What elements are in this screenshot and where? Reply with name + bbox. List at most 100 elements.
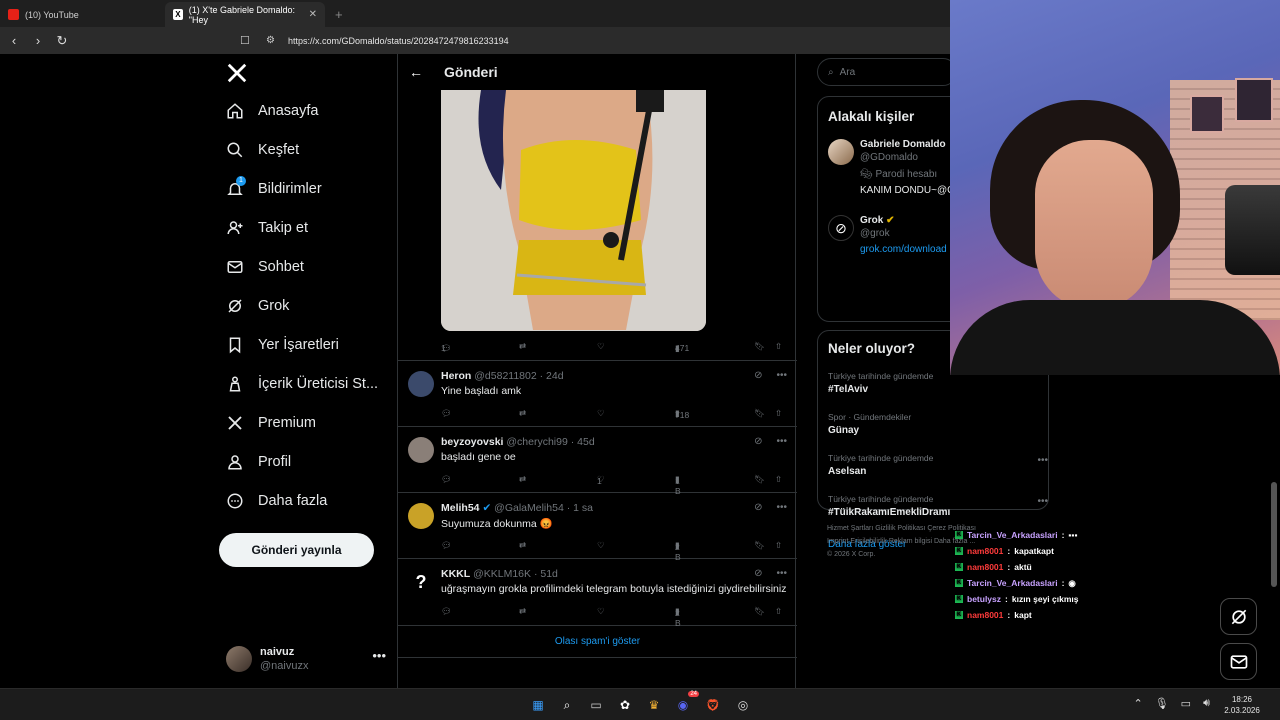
bookmark-icon[interactable]: 🔖︎ <box>754 606 765 617</box>
discord-badge: 24 <box>688 691 699 697</box>
share-icon[interactable]: ⇧ <box>775 341 782 352</box>
back-icon[interactable]: ‹ <box>4 33 24 48</box>
sidebar-item-notifications[interactable]: 1 Bildirimler <box>226 174 322 204</box>
sidebar-item-label: Daha fazla <box>258 493 328 509</box>
clock[interactable]: 18:26 2.03.2026 <box>1216 694 1268 716</box>
microphone-icon[interactable]: 🎙︎ <box>1155 697 1169 710</box>
volume-icon[interactable]: 🔊︎ <box>1203 697 1210 710</box>
more-icon[interactable]: ••• <box>372 648 386 663</box>
sidebar-item-label: Sohbet <box>258 259 304 275</box>
reply-icon[interactable]: 💬︎ <box>441 474 452 485</box>
sidebar-item-more[interactable]: Daha fazla <box>226 486 327 516</box>
views-action[interactable]: ▮ 2 B <box>675 606 681 628</box>
grok-icon[interactable]: ⊘ <box>754 370 762 381</box>
more-icon[interactable]: ••• <box>776 568 787 579</box>
trend-item[interactable]: Türkiye tarihinde gündemde #TüikRakamıEm… <box>828 494 1048 518</box>
chevron-up-icon[interactable]: ⌃ <box>1133 697 1142 710</box>
close-icon[interactable]: ✕ <box>309 9 317 20</box>
app-icon[interactable]: ♛ <box>644 695 664 715</box>
tab-youtube[interactable]: (10) YouTube <box>0 2 165 27</box>
reply-item[interactable]: Heron @d58211802 · 24d ⊘ ••• Yine başlad… <box>398 360 797 427</box>
show-spam-link[interactable]: Olası spam'i göster <box>398 626 797 658</box>
sidebar-item-creator-studio[interactable]: İçerik Üreticisi St... <box>226 369 378 399</box>
more-icon[interactable]: ••• <box>776 436 787 447</box>
like-action[interactable]: ♡ 1 <box>597 474 605 486</box>
bookmark-icon[interactable]: 🔖︎ <box>754 408 765 419</box>
more-icon[interactable]: ••• <box>776 370 787 381</box>
like-icon[interactable]: ♡ <box>597 540 605 551</box>
bookmark-icon[interactable]: 🔖︎ <box>754 341 765 352</box>
reply-icon[interactable]: 💬︎ <box>441 606 452 617</box>
repost-icon[interactable]: ⇄ <box>519 474 526 485</box>
avatar <box>226 646 252 672</box>
sidebar-item-profile[interactable]: Profil <box>226 447 291 477</box>
views-action[interactable]: ▮ 1 B <box>675 474 681 496</box>
share-icon[interactable]: ⇧ <box>775 474 782 485</box>
bookmark-icon[interactable]: ☐ <box>240 34 254 47</box>
repost-icon[interactable]: ⇄ <box>519 606 526 617</box>
trend-item[interactable]: Türkiye tarihinde gündemde Aselsan ••• <box>828 453 1048 477</box>
sidebar-item-explore[interactable]: Keşfet <box>226 135 299 165</box>
sidebar-item-bookmarks[interactable]: Yer İşaretleri <box>226 330 339 360</box>
messages-floating-button[interactable] <box>1220 643 1257 680</box>
new-tab-icon[interactable]: + <box>335 7 343 22</box>
post-image[interactable] <box>441 90 706 331</box>
site-info-icon[interactable]: ⚙ <box>266 35 280 46</box>
reply-icon[interactable]: 💬︎ <box>441 540 452 551</box>
grok-floating-button[interactable] <box>1220 598 1257 635</box>
tab-x-post[interactable]: X (1) X'te Gabriele Domaldo: "Hey ✕ <box>165 2 325 27</box>
grok-icon[interactable]: ⊘ <box>754 502 762 513</box>
reply-item[interactable]: Melih54 ✔ @GalaMelih54 · 1 sa ⊘ ••• Suyu… <box>398 493 797 562</box>
person-link[interactable]: grok.com/download <box>860 244 947 255</box>
more-icon[interactable]: ••• <box>1037 496 1048 507</box>
more-icon[interactable]: ••• <box>776 502 787 513</box>
sidebar-item-label: Keşfet <box>258 142 300 158</box>
kick-icon: K <box>955 531 963 539</box>
x-logo-icon[interactable] <box>226 62 250 86</box>
search-input[interactable]: ⌕ Ara <box>817 58 957 86</box>
views-action[interactable]: ▮ 718 <box>675 408 689 420</box>
search-icon[interactable]: ⌕ <box>557 695 577 715</box>
back-arrow-icon[interactable]: ← <box>398 64 434 80</box>
scrollbar[interactable] <box>1271 482 1277 587</box>
sidebar-item-grok[interactable]: Grok <box>226 291 289 321</box>
sidebar-item-premium[interactable]: Premium <box>226 408 316 438</box>
bookmark-icon[interactable]: 🔖︎ <box>754 474 765 485</box>
app-icon[interactable]: ◎ <box>733 695 753 715</box>
like-icon[interactable]: ♡ <box>597 408 605 419</box>
sidebar-item-chat[interactable]: Sohbet <box>226 252 304 282</box>
repost-icon[interactable]: ⇄ <box>519 341 526 352</box>
post-button[interactable]: Gönderi yayınla <box>219 533 374 567</box>
grok-icon[interactable]: ⊘ <box>754 436 762 447</box>
windows-start-icon[interactable]: ▦ <box>528 695 548 715</box>
share-icon[interactable]: ⇧ <box>775 606 782 617</box>
discord-icon[interactable]: ◉ 24 <box>673 691 699 715</box>
more-icon[interactable]: ••• <box>1037 455 1048 466</box>
clock-time: 18:26 <box>1231 695 1253 704</box>
sidebar-item-follow[interactable]: Takip et <box>226 213 308 243</box>
reply-item[interactable]: beyzoyovski @cherychi99 · 45d ⊘ ••• başl… <box>398 427 797 496</box>
chatgpt-icon[interactable]: ✿ <box>615 695 635 715</box>
display-icon[interactable]: ▭ <box>1181 697 1191 710</box>
sidebar-item-home[interactable]: Anasayfa <box>226 96 318 126</box>
reply-item[interactable]: ? KKKL @KKLM16K · 51d ⊘ ••• uğraşmayın g… <box>398 559 797 628</box>
reply-icon[interactable]: 💬︎ <box>441 408 452 419</box>
add-user-icon <box>226 219 244 237</box>
grok-icon[interactable]: ⊘ <box>754 568 762 579</box>
reload-icon[interactable]: ↻ <box>52 33 72 49</box>
share-icon[interactable]: ⇧ <box>775 408 782 419</box>
repost-icon[interactable]: ⇄ <box>519 408 526 419</box>
trend-item[interactable]: Spor · Gündemdekiler Günay <box>828 412 1048 436</box>
forward-icon[interactable]: › <box>28 33 48 48</box>
task-view-icon[interactable]: ▭ <box>586 695 606 715</box>
bookmark-icon[interactable]: 🔖︎ <box>754 540 765 551</box>
like-icon[interactable]: ♡ <box>597 606 605 617</box>
repost-icon[interactable]: ⇄ <box>519 540 526 551</box>
like-icon[interactable]: ♡ <box>597 341 605 352</box>
share-icon[interactable]: ⇧ <box>775 540 782 551</box>
brave-browser-icon[interactable]: 🦁︎ <box>703 695 723 715</box>
views-action[interactable]: ▮ 2 B <box>675 540 681 562</box>
account-switcher[interactable]: naivuz @naivuzx ••• <box>226 642 386 676</box>
address-bar[interactable]: ☐ ⚙ https://x.com/GDomaldo/status/202847… <box>240 30 1086 51</box>
reply-header: KKKL @KKLM16K · 51d <box>441 568 558 580</box>
